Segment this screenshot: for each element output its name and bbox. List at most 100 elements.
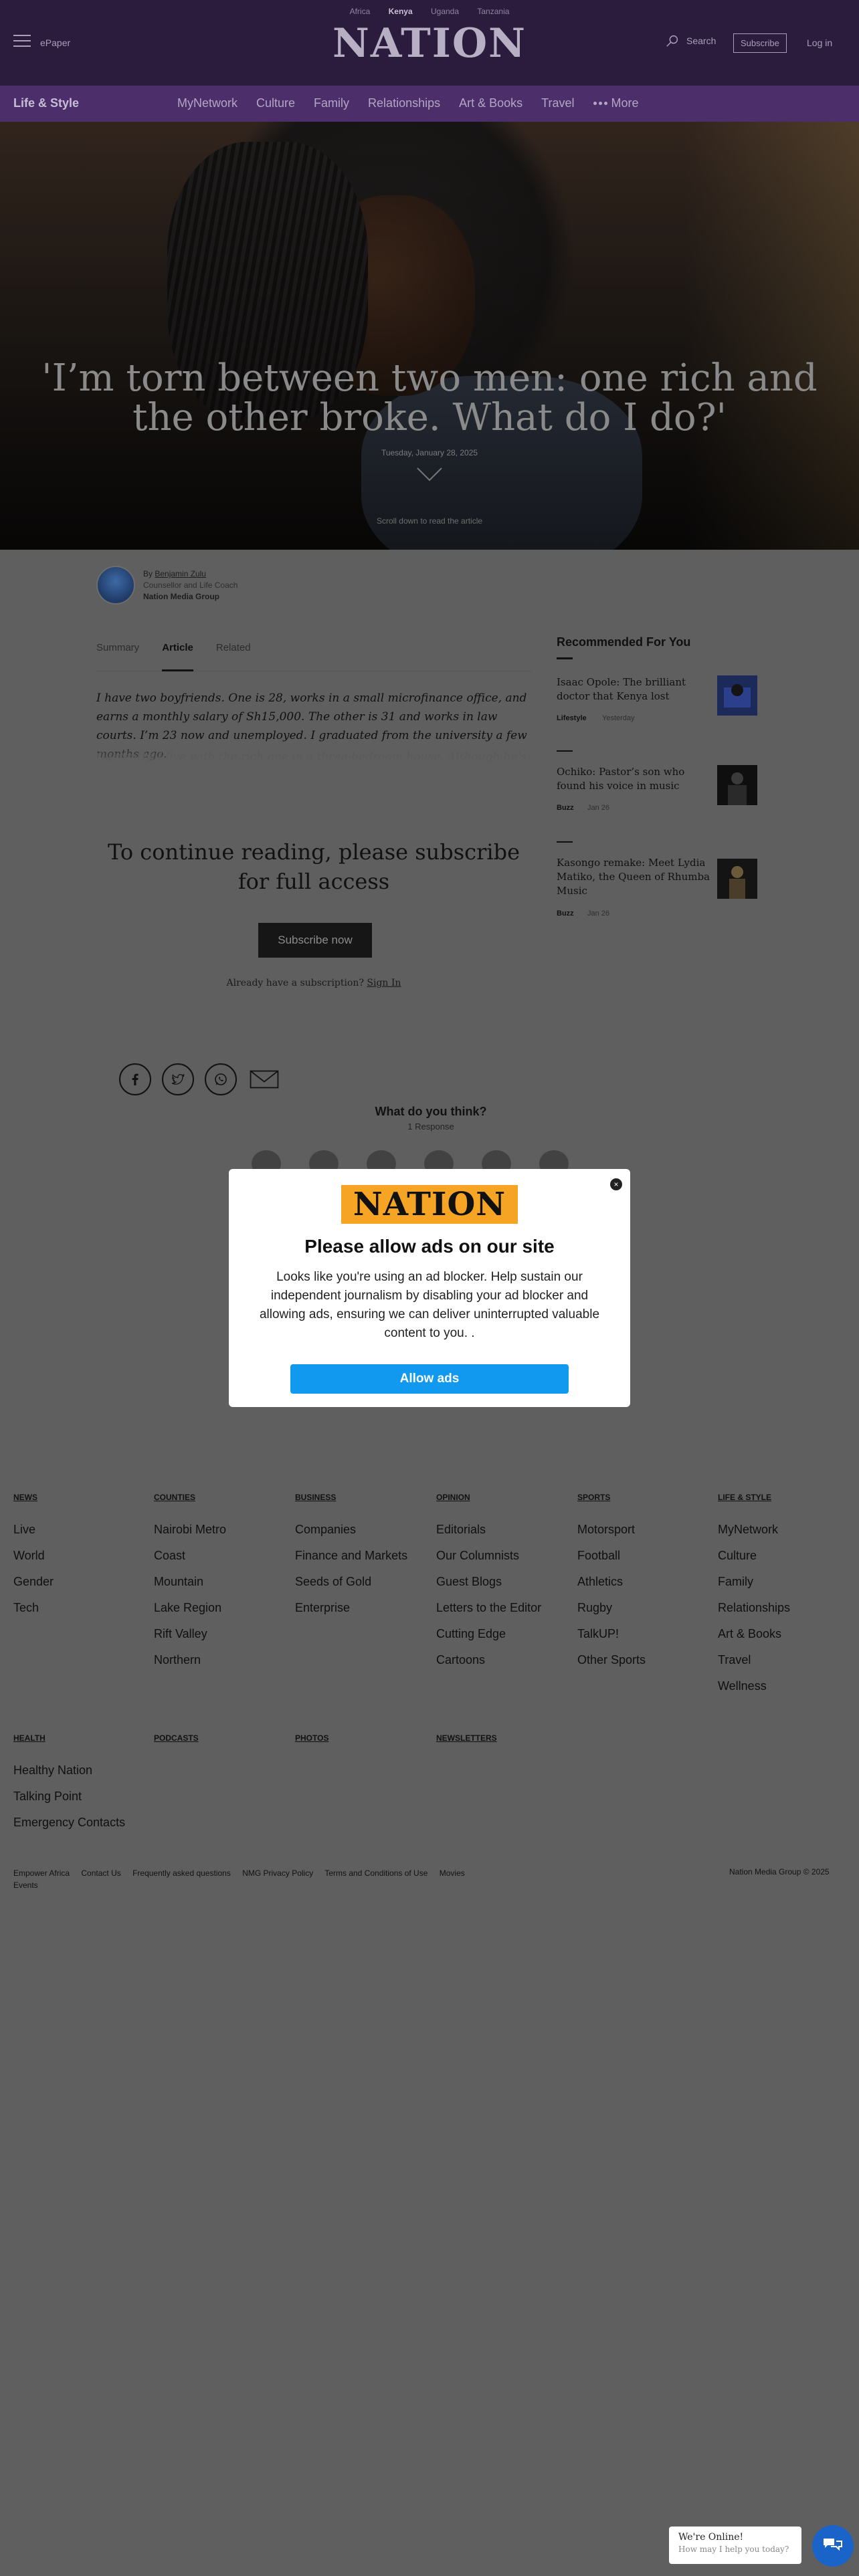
footer-heading[interactable]: PHOTOS xyxy=(295,1733,429,1743)
footer-link[interactable]: TalkUP! xyxy=(577,1621,711,1647)
tab-article[interactable]: Article xyxy=(162,642,193,671)
recommended-item-tag[interactable]: Buzz xyxy=(557,909,574,918)
footer-link[interactable]: Rift Valley xyxy=(154,1621,288,1647)
recommended-thumbnail[interactable] xyxy=(717,859,757,899)
footer-bottom-links: Empower Africa Contact Us Frequently ask… xyxy=(13,1867,562,1891)
nav-relationships[interactable]: Relationships xyxy=(368,96,440,110)
search-button[interactable]: Search xyxy=(665,33,716,48)
nav-family[interactable]: Family xyxy=(314,96,349,110)
footer-heading[interactable]: BUSINESS xyxy=(295,1493,429,1502)
recommended-item-title[interactable]: Ochiko: Pastor’s son who found his voice… xyxy=(557,765,710,793)
close-icon[interactable]: × xyxy=(610,1178,622,1190)
footer-link[interactable]: Editorials xyxy=(436,1517,570,1543)
login-link[interactable]: Log in xyxy=(807,37,832,48)
footer-bottom-link[interactable]: Events xyxy=(13,1881,38,1890)
footer-link[interactable]: Culture xyxy=(718,1543,852,1569)
nav-mynetwork[interactable]: MyNetwork xyxy=(177,96,237,110)
nation-logo[interactable]: NATION xyxy=(0,20,859,67)
footer-heading[interactable]: HEALTH xyxy=(13,1733,147,1743)
footer-heading[interactable]: LIFE & STYLE xyxy=(718,1493,852,1502)
avatar[interactable] xyxy=(96,566,135,605)
footer-heading[interactable]: OPINION xyxy=(436,1493,570,1502)
footer-link[interactable]: Tech xyxy=(13,1595,147,1621)
chat-launcher-button[interactable] xyxy=(812,2525,854,2567)
response-count: 1 Response xyxy=(407,1121,454,1132)
recommended-thumbnail[interactable] xyxy=(717,675,757,716)
footer-link[interactable]: Coast xyxy=(154,1543,288,1569)
signin-link[interactable]: Sign In xyxy=(367,978,401,988)
adblock-modal: × NATION Please allow ads on our site Lo… xyxy=(229,1169,630,1407)
recommended-thumbnail[interactable] xyxy=(717,765,757,805)
footer-link[interactable]: Rugby xyxy=(577,1595,711,1621)
nav-more[interactable]: More xyxy=(593,96,639,110)
nav-art-books[interactable]: Art & Books xyxy=(459,96,522,110)
subscribe-now-button[interactable]: Subscribe now xyxy=(258,923,372,958)
footer-link[interactable]: Letters to the Editor xyxy=(436,1595,570,1621)
footer-link[interactable]: Enterprise xyxy=(295,1595,429,1621)
signin-line: Already have a subscription? Sign In xyxy=(96,978,531,988)
nav-culture[interactable]: Culture xyxy=(256,96,295,110)
footer-link[interactable]: Mountain xyxy=(154,1569,288,1595)
footer-bottom-link[interactable]: Terms and Conditions of Use xyxy=(324,1868,427,1878)
footer-link[interactable]: Art & Books xyxy=(718,1621,852,1647)
tab-related[interactable]: Related xyxy=(216,642,251,671)
footer-link[interactable]: MyNetwork xyxy=(718,1517,852,1543)
footer-link[interactable]: Athletics xyxy=(577,1569,711,1595)
footer-heading[interactable]: SPORTS xyxy=(577,1493,711,1502)
region-africa[interactable]: Africa xyxy=(350,7,371,16)
footer-link[interactable]: Cartoons xyxy=(436,1647,570,1673)
author-org: Nation Media Group xyxy=(143,592,219,601)
footer-bottom-link[interactable]: Contact Us xyxy=(81,1868,120,1878)
region-kenya[interactable]: Kenya xyxy=(389,7,413,16)
whatsapp-share-button[interactable] xyxy=(205,1063,237,1095)
recommended-item-title[interactable]: Kasongo remake: Meet Lydia Matiko, the Q… xyxy=(557,856,710,898)
footer-link[interactable]: Gender xyxy=(13,1569,147,1595)
twitter-share-button[interactable] xyxy=(162,1063,194,1095)
footer-link[interactable]: Guest Blogs xyxy=(436,1569,570,1595)
footer-link[interactable]: Talking Point xyxy=(13,1784,147,1810)
footer-link[interactable]: Nairobi Metro xyxy=(154,1517,288,1543)
footer-heading[interactable]: NEWSLETTERS xyxy=(436,1733,570,1743)
footer-bottom-link[interactable]: Empower Africa xyxy=(13,1868,70,1878)
footer-link[interactable]: Family xyxy=(718,1569,852,1595)
footer-link[interactable]: Motorsport xyxy=(577,1517,711,1543)
footer-bottom-link[interactable]: Movies xyxy=(440,1868,465,1878)
footer-link[interactable]: Finance and Markets xyxy=(295,1543,429,1569)
footer-link[interactable]: Football xyxy=(577,1543,711,1569)
tab-summary[interactable]: Summary xyxy=(96,642,139,671)
footer-link[interactable]: Live xyxy=(13,1517,147,1543)
footer-link[interactable]: Our Columnists xyxy=(436,1543,570,1569)
footer-link[interactable]: World xyxy=(13,1543,147,1569)
nav-travel[interactable]: Travel xyxy=(541,96,574,110)
recommended-item-tag[interactable]: Buzz xyxy=(557,804,574,812)
footer-link[interactable]: Wellness xyxy=(718,1673,852,1699)
section-title[interactable]: Life & Style xyxy=(13,96,79,110)
footer-link[interactable]: Companies xyxy=(295,1517,429,1543)
footer-link[interactable]: Relationships xyxy=(718,1595,852,1621)
footer-link[interactable]: Emergency Contacts xyxy=(13,1810,147,1836)
footer-link[interactable]: Northern xyxy=(154,1647,288,1673)
chat-bubble[interactable]: We're Online! How may I help you today? xyxy=(669,2527,801,2564)
allow-ads-button[interactable]: Allow ads xyxy=(290,1364,569,1394)
footer-link[interactable]: Cutting Edge xyxy=(436,1621,570,1647)
recommended-item-tag[interactable]: Lifestyle xyxy=(557,714,587,722)
email-share-button[interactable] xyxy=(248,1063,281,1095)
author-name[interactable]: Benjamin Zulu xyxy=(155,569,206,578)
subscribe-button[interactable]: Subscribe xyxy=(733,33,787,53)
region-tanzania[interactable]: Tanzania xyxy=(477,7,509,16)
footer-heading[interactable]: PODCASTS xyxy=(154,1733,288,1743)
chevron-down-icon[interactable] xyxy=(416,464,443,484)
recommended-item-title[interactable]: Isaac Opole: The brilliant doctor that K… xyxy=(557,675,710,704)
footer-link[interactable]: Travel xyxy=(718,1647,852,1673)
footer-link[interactable]: Lake Region xyxy=(154,1595,288,1621)
footer-bottom-link[interactable]: NMG Privacy Policy xyxy=(242,1868,313,1878)
nav-more-label: More xyxy=(611,96,639,110)
footer-heading[interactable]: NEWS xyxy=(13,1493,147,1502)
footer-bottom-link[interactable]: Frequently asked questions xyxy=(132,1868,231,1878)
region-uganda[interactable]: Uganda xyxy=(431,7,459,16)
footer-link[interactable]: Seeds of Gold xyxy=(295,1569,429,1595)
facebook-share-button[interactable] xyxy=(119,1063,151,1095)
footer-heading[interactable]: COUNTIES xyxy=(154,1493,288,1502)
footer-link[interactable]: Other Sports xyxy=(577,1647,711,1673)
footer-link[interactable]: Healthy Nation xyxy=(13,1757,147,1784)
